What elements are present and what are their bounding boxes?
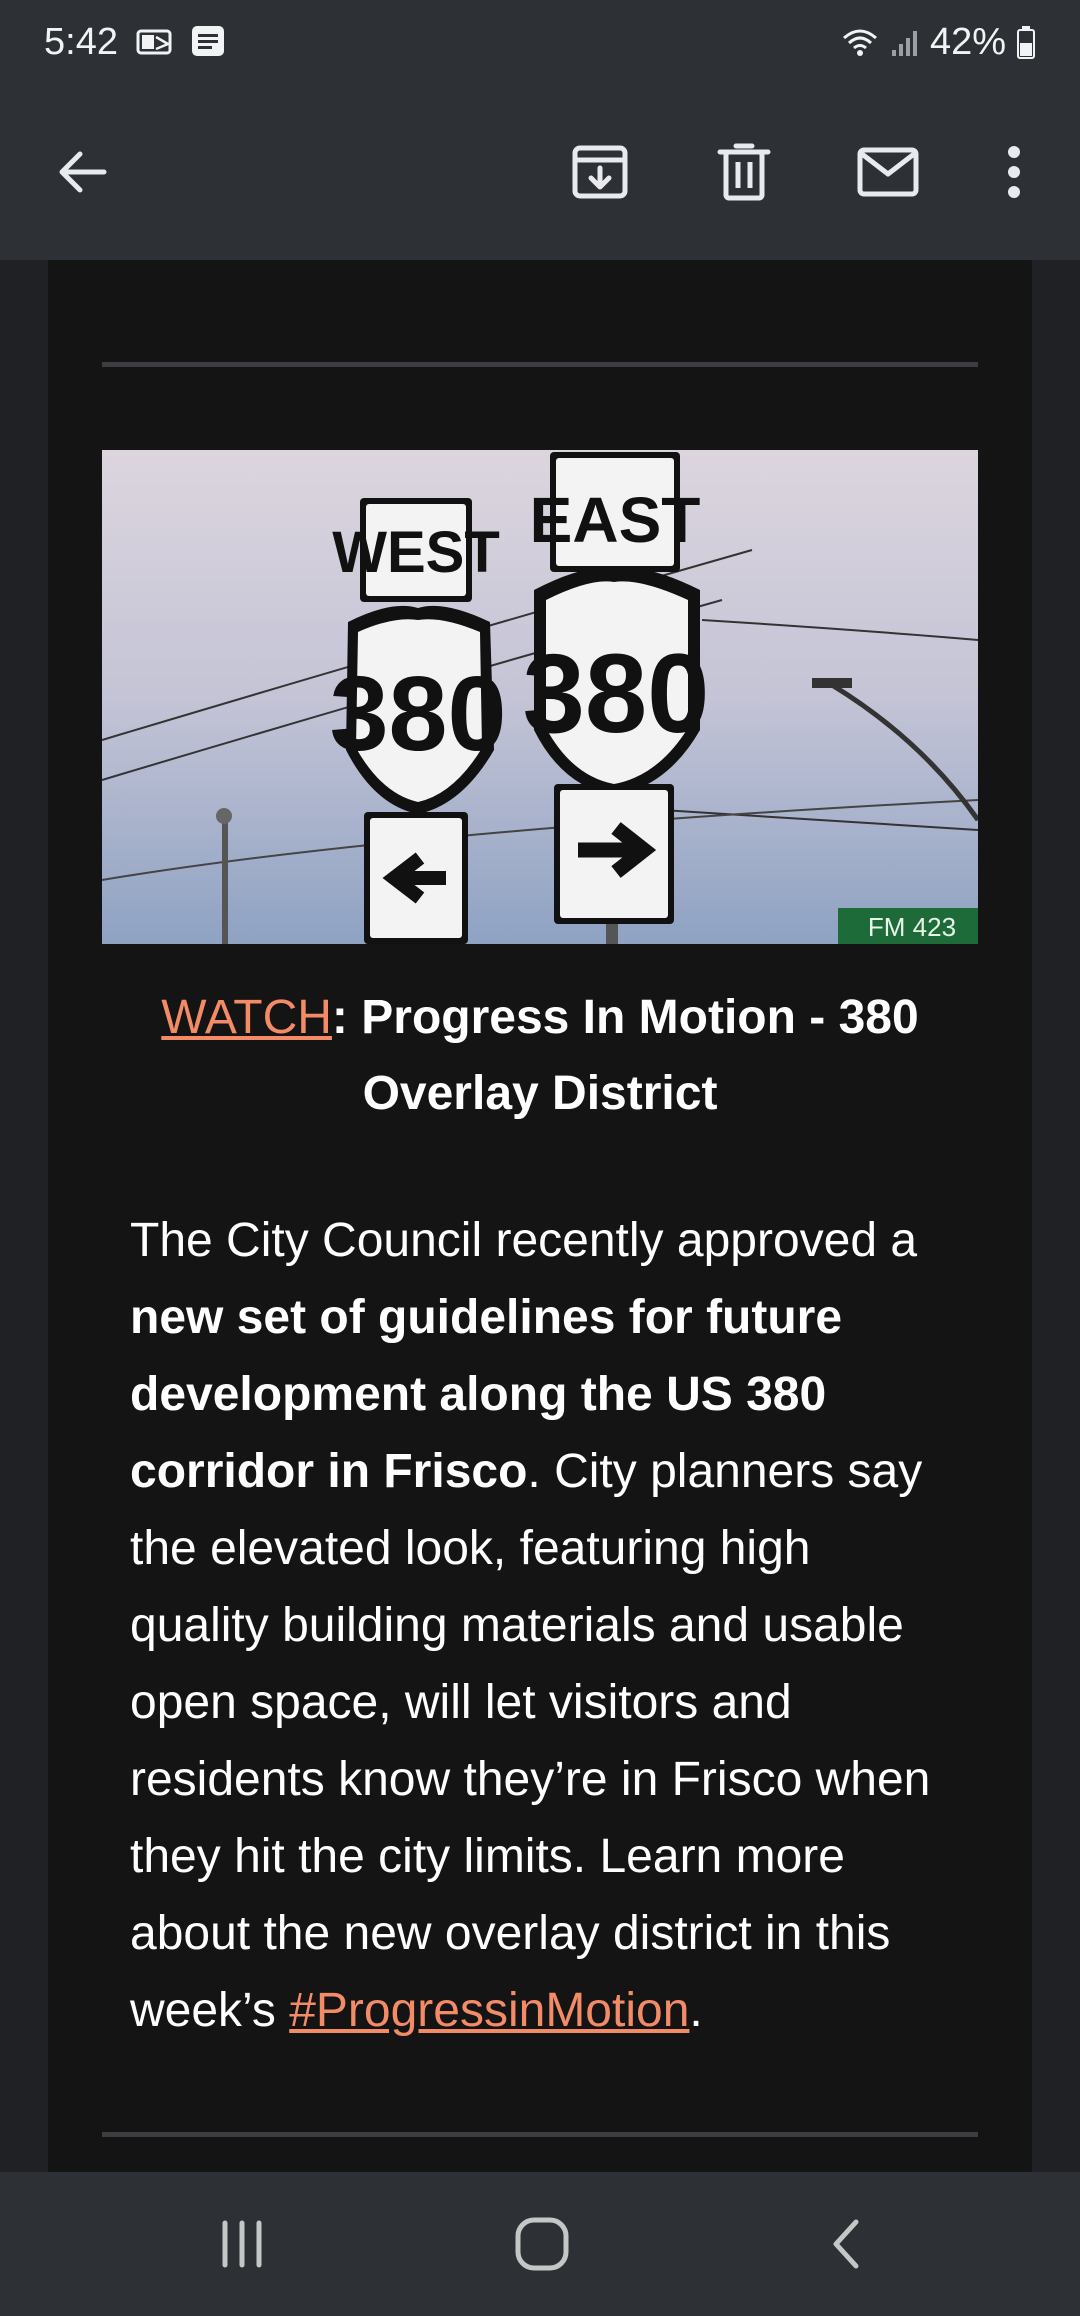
delete-icon[interactable] <box>694 122 794 222</box>
hero-image[interactable]: WEST 380 EAST 380 FM 423 <box>102 450 978 944</box>
svg-text:380: 380 <box>330 655 507 773</box>
more-options-icon[interactable] <box>964 122 1064 222</box>
wifi-icon <box>840 26 880 58</box>
app-bar <box>0 84 1080 260</box>
email-card: WEST 380 EAST 380 FM 423 WATCH: Progress… <box>48 260 1032 2172</box>
body-text-part3: . <box>689 1984 703 2037</box>
top-divider <box>102 362 978 367</box>
system-nav-bar <box>0 2172 1080 2316</box>
mark-unread-icon[interactable] <box>838 122 938 222</box>
home-icon[interactable] <box>482 2194 602 2294</box>
recent-apps-icon[interactable] <box>182 2194 302 2294</box>
status-bar: 5:42 42% <box>0 0 1080 84</box>
signal-icon <box>890 26 920 58</box>
body-text-part2: . City planners say the elevated look, f… <box>130 1445 931 2037</box>
battery-percent: 42% <box>929 20 1006 63</box>
archive-icon[interactable] <box>550 122 650 222</box>
back-icon[interactable] <box>786 2194 906 2294</box>
article-body: The City Council recently approved a new… <box>130 1202 960 2049</box>
back-arrow-icon[interactable] <box>32 122 132 222</box>
battery-icon <box>1016 25 1036 59</box>
caption-title: : Progress In Motion - 380 Overlay Distr… <box>331 991 919 1120</box>
outlook-notification-icon <box>136 27 172 57</box>
svg-text:380: 380 <box>523 631 710 756</box>
bottom-divider <box>102 2132 978 2137</box>
status-left: 5:42 <box>44 21 226 64</box>
body-text-part1: The City Council recently approved a <box>130 1214 918 1267</box>
status-right: 42% <box>840 21 1036 64</box>
clock: 5:42 <box>44 20 118 63</box>
email-content[interactable]: WEST 380 EAST 380 FM 423 WATCH: Progress… <box>0 260 1080 2172</box>
watch-link[interactable]: WATCH <box>161 991 332 1044</box>
video-caption: WATCH: Progress In Motion - 380 Overlay … <box>102 980 978 1132</box>
svg-text:EAST: EAST <box>530 484 701 556</box>
svg-text:FM 423: FM 423 <box>868 912 956 942</box>
svg-text:WEST: WEST <box>332 520 500 585</box>
message-notification-icon <box>190 24 226 60</box>
hashtag-link[interactable]: #ProgressinMotion <box>289 1984 689 2037</box>
